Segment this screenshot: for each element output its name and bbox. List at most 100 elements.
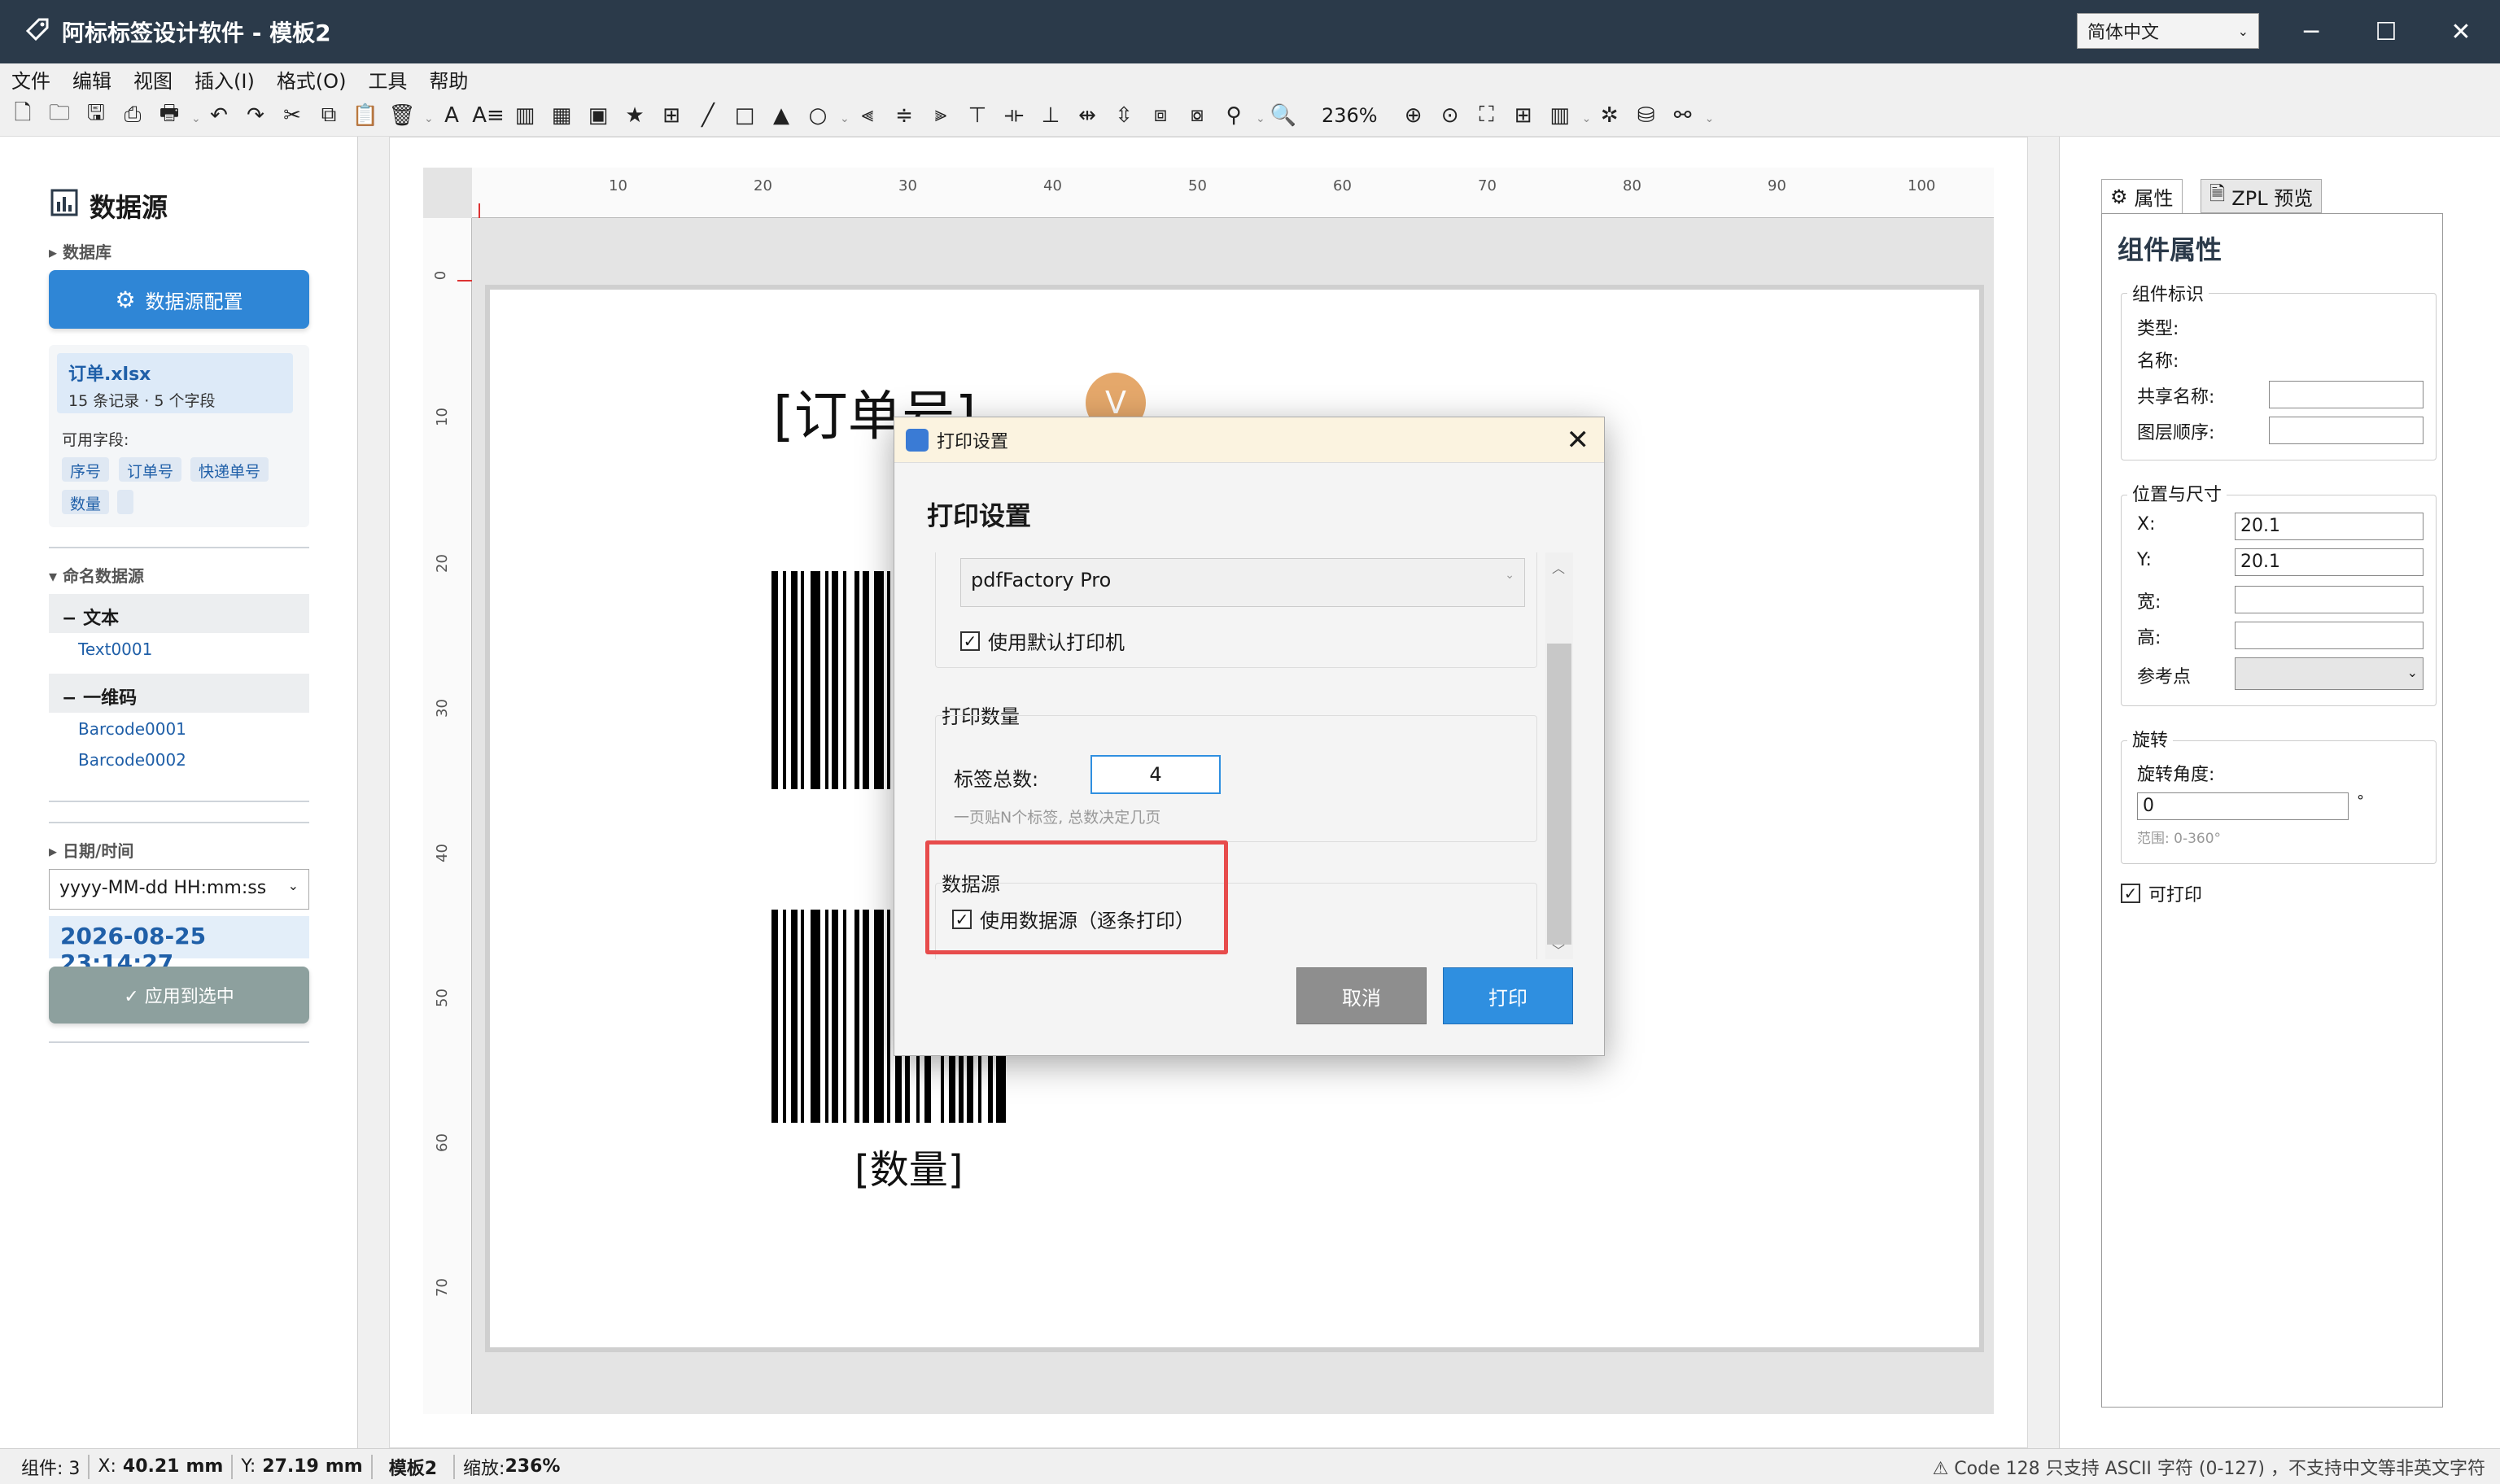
paste-icon[interactable]: 📋	[351, 101, 380, 130]
rotation-input[interactable]: 0	[2137, 792, 2349, 820]
rectangle-tool-icon[interactable]: □	[730, 101, 759, 130]
star-tool-icon[interactable]: ★	[620, 101, 649, 130]
toolbar-overflow-icon[interactable]: ⌄	[424, 106, 434, 125]
y-input[interactable]: 20.1	[2235, 548, 2424, 576]
settings-icon[interactable]: ✲	[1595, 101, 1624, 130]
qrcode-tool-icon[interactable]: ▦	[547, 101, 576, 130]
delete-icon[interactable]: 🗑	[387, 101, 417, 130]
tab-zpl-preview[interactable]: 🗎 ZPL 预览	[2201, 179, 2323, 213]
file-info[interactable]: 订单.xlsx 15 条记录 · 5 个字段	[57, 353, 293, 413]
menu-view[interactable]: 视图	[133, 65, 173, 94]
print-button[interactable]: 打印	[1443, 967, 1573, 1024]
new-file-icon[interactable]: 🗋	[8, 101, 37, 130]
line-tool-icon[interactable]: ╱	[693, 101, 723, 130]
chart-icon[interactable]: ▥	[1545, 101, 1575, 130]
datasource-item[interactable]: Barcode0001	[78, 719, 186, 739]
toolbar-overflow-icon[interactable]: ⌄	[191, 106, 201, 125]
barcode-bar	[854, 571, 859, 789]
menu-insert[interactable]: 插入(I)	[194, 65, 255, 94]
print-preview-icon[interactable]: ⎙	[118, 101, 147, 130]
pin-icon[interactable]: ⚲	[1219, 101, 1248, 130]
menu-edit[interactable]: 编辑	[72, 65, 111, 94]
cut-icon[interactable]: ✂	[278, 101, 307, 130]
close-button[interactable]: ✕	[2424, 0, 2498, 63]
use-default-printer-checkbox[interactable]: ✓ 使用默认打印机	[960, 626, 1125, 655]
align-left-icon[interactable]: ⫷	[853, 101, 882, 130]
x-input[interactable]: 20.1	[2235, 513, 2424, 540]
send-back-icon[interactable]: ⧇	[1182, 101, 1212, 130]
toolbar-overflow-icon[interactable]: ⌄	[840, 106, 850, 125]
shared-name-input[interactable]	[2269, 381, 2424, 408]
multiline-text-icon[interactable]: A≡	[472, 101, 505, 130]
ellipse-tool-icon[interactable]: ○	[803, 101, 833, 130]
fit-page-icon[interactable]: ⛶	[1472, 101, 1501, 130]
menu-tools[interactable]: 工具	[368, 65, 407, 94]
database-section[interactable]: ▸ 数据库	[49, 239, 111, 263]
toolbar-overflow-icon[interactable]: ⌄	[1256, 106, 1265, 125]
zoom-in-icon[interactable]: ⊕	[1399, 101, 1428, 130]
menu-file[interactable]: 文件	[11, 65, 50, 94]
height-input[interactable]	[2235, 622, 2424, 649]
text-tool-icon[interactable]: A	[437, 101, 466, 130]
field-chip[interactable]: 数量	[62, 490, 110, 514]
printer-select[interactable]: pdfFactory Pro ⌄	[960, 558, 1525, 607]
group-barcode[interactable]: − 一维码	[49, 674, 309, 713]
scroll-down-icon[interactable]: ﹀	[1552, 940, 1565, 959]
apply-to-selected-button[interactable]: ✓ 应用到选中	[49, 967, 309, 1024]
align-top-icon[interactable]: ⊤	[963, 101, 992, 130]
field-chip[interactable]: 订单号	[119, 457, 182, 482]
save-icon[interactable]: 🖫	[81, 101, 111, 130]
redo-icon[interactable]: ↷	[241, 101, 270, 130]
database-icon[interactable]: ⛁	[1632, 101, 1661, 130]
language-select[interactable]: 简体中文 ⌄	[2077, 13, 2259, 49]
zoom-out-icon[interactable]: 🔍	[1269, 101, 1298, 130]
datetime-section[interactable]: ▸ 日期/时间	[49, 838, 133, 862]
grid-icon[interactable]: ⊞	[1509, 101, 1538, 130]
field-chip[interactable]	[117, 490, 133, 514]
menu-format[interactable]: 格式(O)	[277, 65, 347, 94]
datasource-item[interactable]: Barcode0002	[78, 750, 186, 770]
toolbar-overflow-icon[interactable]: ⌄	[1705, 106, 1715, 125]
maximize-button[interactable]: ☐	[2349, 0, 2424, 63]
table-tool-icon[interactable]: ⊞	[657, 101, 686, 130]
scroll-up-icon[interactable]: ︿	[1552, 557, 1565, 577]
menu-help[interactable]: 帮助	[429, 65, 468, 94]
group-text[interactable]: − 文本	[49, 594, 309, 633]
distribute-horizontal-icon[interactable]: ⇹	[1073, 101, 1102, 130]
distribute-vertical-icon[interactable]: ⇳	[1109, 101, 1139, 130]
named-datasource-section[interactable]: ▾ 命名数据源	[49, 563, 144, 587]
align-middle-icon[interactable]: ⟛	[999, 101, 1029, 130]
close-icon[interactable]: ✕	[1567, 424, 1590, 456]
open-folder-icon[interactable]: 🗀	[45, 101, 74, 130]
copy-icon[interactable]: ⧉	[314, 101, 343, 130]
cancel-button[interactable]: 取消	[1296, 967, 1427, 1024]
undo-icon[interactable]: ↶	[204, 101, 234, 130]
field-chip[interactable]: 快递单号	[190, 457, 269, 482]
align-center-icon[interactable]: ≑	[889, 101, 919, 130]
align-bottom-icon[interactable]: ⊥	[1036, 101, 1065, 130]
link-icon[interactable]: ⚯	[1668, 101, 1698, 130]
print-icon[interactable]: 🖶	[155, 101, 184, 130]
text-element[interactable]: [数量]	[854, 1137, 963, 1194]
minimize-button[interactable]: ─	[2274, 0, 2349, 63]
bring-front-icon[interactable]: ⧈	[1146, 101, 1175, 130]
datetime-format-select[interactable]: yyyy-MM-dd HH:mm:ss ⌄	[49, 869, 309, 910]
layer-order-input[interactable]	[2269, 417, 2424, 444]
toolbar-overflow-icon[interactable]: ⌄	[1582, 106, 1592, 125]
datasource-item[interactable]: Text0001	[78, 639, 152, 659]
zoom-fit-icon[interactable]: ⊙	[1436, 101, 1465, 130]
triangle-tool-icon[interactable]: ▲	[767, 101, 796, 130]
dialog-scrollbar[interactable]: ︿ ﹀	[1545, 552, 1573, 959]
align-right-icon[interactable]: ⫸	[926, 101, 955, 130]
scrollbar-thumb[interactable]	[1547, 644, 1571, 945]
tab-properties[interactable]: ⚙ 属性	[2101, 179, 2183, 213]
total-labels-input[interactable]: 4	[1090, 755, 1221, 794]
width-input[interactable]	[2235, 586, 2424, 613]
datasource-config-button[interactable]: ⚙ 数据源配置	[49, 270, 309, 329]
toolbar: 🗋 🗀 🖫 ⎙ 🖶 ⌄ ↶ ↷ ✂ ⧉ 📋 🗑 ⌄ A A≡ ▥ ▦ ▣ ★ ⊞…	[0, 94, 2500, 137]
barcode-tool-icon[interactable]: ▥	[510, 101, 540, 130]
printable-checkbox[interactable]: ✓ 可打印	[2121, 880, 2202, 906]
field-chip[interactable]: 序号	[62, 457, 110, 482]
reference-point-select[interactable]: ⌄	[2235, 657, 2424, 690]
image-tool-icon[interactable]: ▣	[583, 101, 613, 130]
